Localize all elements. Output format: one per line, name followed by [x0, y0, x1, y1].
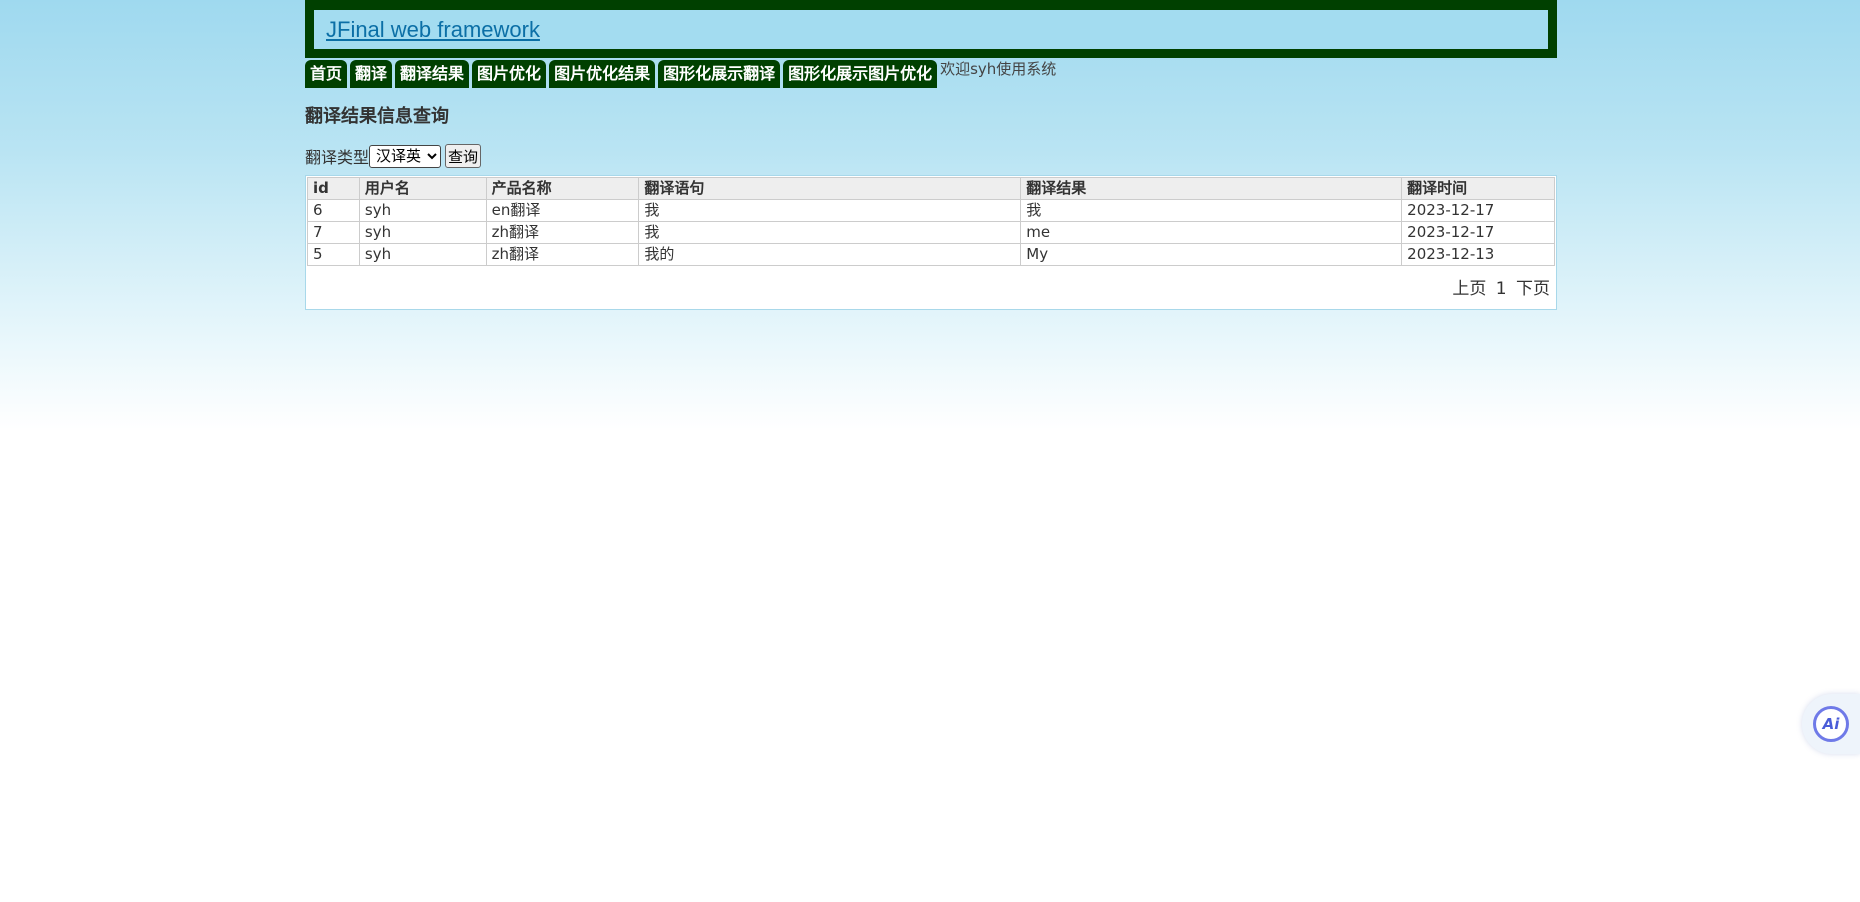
- ai-assistant-icon: Ai: [1813, 706, 1849, 742]
- cell-result: me: [1020, 221, 1403, 244]
- cell-product: zh翻译: [485, 243, 640, 266]
- cell-id: 5: [307, 243, 360, 266]
- welcome-text: 欢迎syh使用系统: [940, 60, 1057, 78]
- cell-time: 2023-12-17: [1401, 199, 1555, 222]
- cell-product: zh翻译: [485, 221, 640, 244]
- nav-item-image-optimize[interactable]: 图片优化: [472, 60, 547, 88]
- results-table: id 用户名 产品名称 翻译语句 翻译结果 翻译时间 6 syh en翻译 我 …: [307, 177, 1555, 266]
- nav-item-translate-results[interactable]: 翻译结果: [395, 60, 470, 88]
- current-page-number: 1: [1495, 279, 1507, 299]
- query-button[interactable]: 查询: [445, 144, 482, 168]
- table-row: 5 syh zh翻译 我的 My 2023-12-13: [307, 243, 1555, 266]
- cell-source-text: 我: [638, 199, 1022, 222]
- cell-username: syh: [358, 221, 487, 244]
- results-panel: id 用户名 产品名称 翻译语句 翻译结果 翻译时间 6 syh en翻译 我 …: [305, 175, 1557, 310]
- cell-source-text: 我的: [638, 243, 1022, 266]
- cell-time: 2023-12-17: [1401, 221, 1555, 244]
- cell-result: My: [1020, 243, 1403, 266]
- cell-username: syh: [358, 199, 487, 222]
- table-row: 7 syh zh翻译 我 me 2023-12-17: [307, 221, 1555, 244]
- site-title-link[interactable]: JFinal web framework: [326, 17, 540, 43]
- column-header-result: 翻译结果: [1020, 177, 1403, 200]
- cell-result: 我: [1020, 199, 1403, 222]
- cell-source-text: 我: [638, 221, 1022, 244]
- filter-label: 翻译类型: [305, 148, 370, 167]
- column-header-username: 用户名: [358, 177, 487, 200]
- main-nav: 首页 翻译 翻译结果 图片优化 图片优化结果 图形化展示翻译 图形化展示图片优化…: [305, 60, 1557, 88]
- prev-page-link[interactable]: 上页: [1452, 279, 1486, 299]
- nav-item-translate[interactable]: 翻译: [350, 60, 393, 88]
- next-page-link[interactable]: 下页: [1516, 279, 1550, 299]
- header-bar: JFinal web framework: [305, 0, 1557, 58]
- ai-assistant-button[interactable]: Ai: [1802, 694, 1860, 754]
- nav-item-image-optimize-results[interactable]: 图片优化结果: [549, 60, 656, 88]
- table-row: 6 syh en翻译 我 我 2023-12-17: [307, 199, 1555, 222]
- nav-item-home[interactable]: 首页: [305, 60, 348, 88]
- nav-item-chart-translate[interactable]: 图形化展示翻译: [658, 60, 781, 88]
- filter-bar: 翻译类型 汉译英 查询: [305, 144, 1557, 168]
- ai-icon-label: Ai: [1822, 715, 1840, 733]
- cell-id: 6: [307, 199, 360, 222]
- column-header-time: 翻译时间: [1401, 177, 1555, 200]
- page-container: JFinal web framework 首页 翻译 翻译结果 图片优化 图片优…: [305, 0, 1557, 310]
- cell-id: 7: [307, 221, 360, 244]
- column-header-id: id: [307, 177, 360, 200]
- nav-item-chart-image-optimize[interactable]: 图形化展示图片优化: [783, 60, 938, 88]
- cell-username: syh: [358, 243, 487, 266]
- column-header-source-text: 翻译语句: [638, 177, 1022, 200]
- page-title: 翻译结果信息查询: [305, 106, 449, 127]
- cell-product: en翻译: [485, 199, 640, 222]
- translate-type-select[interactable]: 汉译英: [369, 144, 442, 168]
- header-inner: JFinal web framework: [314, 10, 1548, 49]
- pagination: 上页 1 下页: [307, 266, 1555, 308]
- column-header-product: 产品名称: [485, 177, 640, 200]
- cell-time: 2023-12-13: [1401, 243, 1555, 266]
- table-header-row: id 用户名 产品名称 翻译语句 翻译结果 翻译时间: [307, 177, 1555, 200]
